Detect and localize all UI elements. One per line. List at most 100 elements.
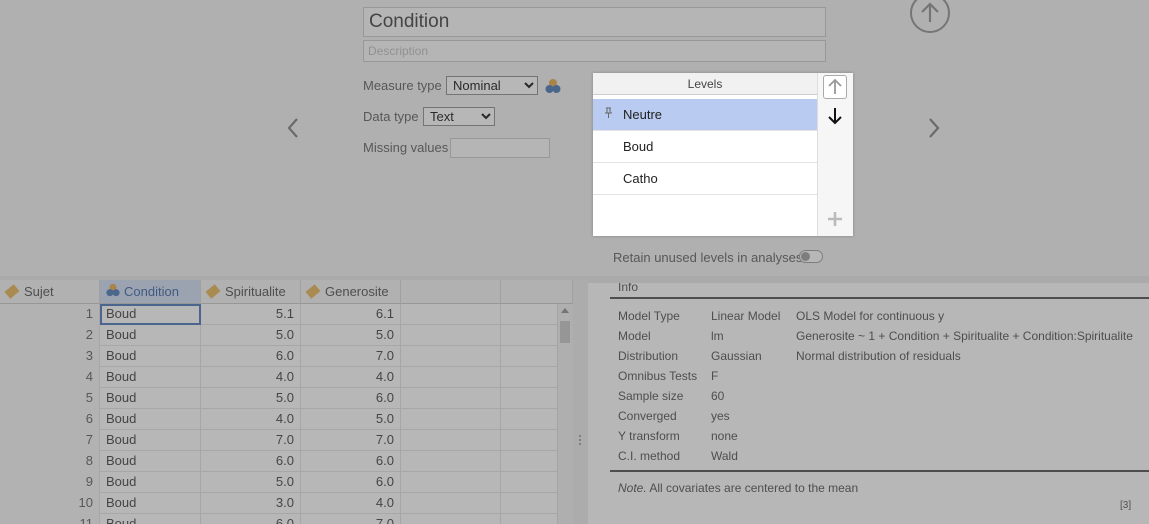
row-number-cell[interactable]: 1 xyxy=(0,304,100,325)
row-number-cell[interactable]: 9 xyxy=(0,472,100,493)
condition-cell[interactable]: Boud xyxy=(100,325,201,346)
condition-cell[interactable]: Boud xyxy=(100,430,201,451)
spiritualite-cell[interactable]: 5.0 xyxy=(201,472,301,493)
level-item[interactable]: Neutre xyxy=(593,99,817,131)
empty-cell[interactable] xyxy=(401,346,501,367)
row-number-cell[interactable]: 11 xyxy=(0,514,100,524)
scroll-up-icon[interactable] xyxy=(561,308,569,313)
condition-cell[interactable]: Boud xyxy=(100,346,201,367)
generosite-cell[interactable]: 6.0 xyxy=(301,451,401,472)
spiritualite-cell[interactable]: 6.0 xyxy=(201,451,301,472)
generosite-cell[interactable]: 5.0 xyxy=(301,325,401,346)
empty-cell[interactable] xyxy=(401,409,501,430)
column-header-empty[interactable] xyxy=(401,280,501,304)
row-number-cell[interactable]: 10 xyxy=(0,493,100,514)
spiritualite-cell[interactable]: 4.0 xyxy=(201,367,301,388)
generosite-cell[interactable]: 7.0 xyxy=(301,346,401,367)
plus-icon[interactable] xyxy=(826,210,844,228)
table-row: 7 Boud 7.0 7.0 xyxy=(0,430,558,451)
retain-unused-levels-toggle[interactable] xyxy=(799,250,823,263)
condition-cell[interactable]: Boud xyxy=(100,388,201,409)
selected-cell[interactable]: Boud xyxy=(100,304,201,325)
empty-cell[interactable] xyxy=(401,451,501,472)
empty-cell[interactable] xyxy=(501,451,558,472)
level-item[interactable]: Catho xyxy=(593,163,817,195)
empty-cell[interactable] xyxy=(501,304,558,325)
empty-cell[interactable] xyxy=(501,367,558,388)
row-number-cell[interactable]: 4 xyxy=(0,367,100,388)
column-header-condition[interactable]: Condition xyxy=(100,280,201,304)
empty-cell[interactable] xyxy=(401,430,501,451)
column-header-empty[interactable] xyxy=(501,280,573,304)
pane-splitter[interactable] xyxy=(573,280,588,524)
spiritualite-cell[interactable]: 4.0 xyxy=(201,409,301,430)
empty-cell[interactable] xyxy=(401,304,501,325)
column-header-spiritualite[interactable]: Spiritualite xyxy=(201,280,301,304)
spiritualite-cell[interactable]: 5.1 xyxy=(201,304,301,325)
condition-cell[interactable]: Boud xyxy=(100,409,201,430)
chevron-right-icon[interactable] xyxy=(925,116,943,140)
generosite-cell[interactable]: 6.0 xyxy=(301,388,401,409)
empty-cell[interactable] xyxy=(501,325,558,346)
spiritualite-cell[interactable]: 7.0 xyxy=(201,430,301,451)
empty-cell[interactable] xyxy=(401,367,501,388)
retain-unused-levels-label: Retain unused levels in analyses xyxy=(613,250,803,265)
empty-cell[interactable] xyxy=(401,514,501,524)
condition-cell[interactable]: Boud xyxy=(100,514,201,524)
measure-type-select[interactable]: Nominal xyxy=(446,76,538,95)
empty-cell[interactable] xyxy=(401,388,501,409)
empty-cell[interactable] xyxy=(501,514,558,524)
info-row-value: Linear Model xyxy=(711,309,781,323)
chevron-left-icon[interactable] xyxy=(284,116,302,140)
table-row: 9 Boud 5.0 6.0 xyxy=(0,472,558,493)
arrow-up-circle-icon[interactable] xyxy=(909,0,951,34)
row-number-cell[interactable]: 7 xyxy=(0,430,100,451)
spiritualite-cell[interactable]: 5.0 xyxy=(201,325,301,346)
spiritualite-cell[interactable]: 5.0 xyxy=(201,388,301,409)
empty-cell[interactable] xyxy=(501,409,558,430)
reference-marker: [3] xyxy=(1120,500,1132,511)
generosite-cell[interactable]: 5.0 xyxy=(301,409,401,430)
row-number-cell[interactable]: 8 xyxy=(0,451,100,472)
empty-cell[interactable] xyxy=(501,346,558,367)
generosite-cell[interactable]: 4.0 xyxy=(301,367,401,388)
spiritualite-cell[interactable]: 6.0 xyxy=(201,514,301,524)
empty-cell[interactable] xyxy=(501,493,558,514)
level-item[interactable]: Boud xyxy=(593,131,817,163)
results-panel: Info Model Type Linear Model OLS Model for… xyxy=(588,283,1149,524)
condition-cell[interactable]: Boud xyxy=(100,451,201,472)
table-row: 10 Boud 3.0 4.0 xyxy=(0,493,558,514)
scrollbar-thumb[interactable] xyxy=(560,321,570,343)
row-number-cell[interactable]: 5 xyxy=(0,388,100,409)
info-row-label: Omnibus Tests xyxy=(618,369,698,383)
row-number-cell[interactable]: 2 xyxy=(0,325,100,346)
spiritualite-cell[interactable]: 6.0 xyxy=(201,346,301,367)
generosite-cell[interactable]: 7.0 xyxy=(301,430,401,451)
missing-values-input[interactable] xyxy=(450,138,550,158)
table-row: 2 Boud 5.0 5.0 xyxy=(0,325,558,346)
variable-name-field[interactable]: Condition xyxy=(363,7,826,37)
generosite-cell[interactable]: 6.1 xyxy=(301,304,401,325)
condition-cell[interactable]: Boud xyxy=(100,493,201,514)
condition-cell[interactable]: Boud xyxy=(100,367,201,388)
empty-cell[interactable] xyxy=(401,493,501,514)
data-type-select[interactable]: Text xyxy=(423,107,495,126)
column-header-generosite[interactable]: Generosite xyxy=(301,280,401,304)
row-number-cell[interactable]: 6 xyxy=(0,409,100,430)
row-number-cell[interactable]: 3 xyxy=(0,346,100,367)
sheet-scrollbar[interactable] xyxy=(557,304,573,524)
empty-cell[interactable] xyxy=(501,388,558,409)
arrow-up-icon[interactable] xyxy=(823,75,847,99)
spiritualite-cell[interactable]: 3.0 xyxy=(201,493,301,514)
empty-cell[interactable] xyxy=(501,430,558,451)
empty-cell[interactable] xyxy=(401,472,501,493)
condition-cell[interactable]: Boud xyxy=(100,472,201,493)
arrow-down-icon[interactable] xyxy=(824,105,846,127)
description-field[interactable]: Description xyxy=(363,40,826,62)
empty-cell[interactable] xyxy=(401,325,501,346)
empty-cell[interactable] xyxy=(501,472,558,493)
generosite-cell[interactable]: 6.0 xyxy=(301,472,401,493)
column-header-sujet[interactable]: Sujet xyxy=(0,280,100,304)
generosite-cell[interactable]: 4.0 xyxy=(301,493,401,514)
generosite-cell[interactable]: 7.0 xyxy=(301,514,401,524)
